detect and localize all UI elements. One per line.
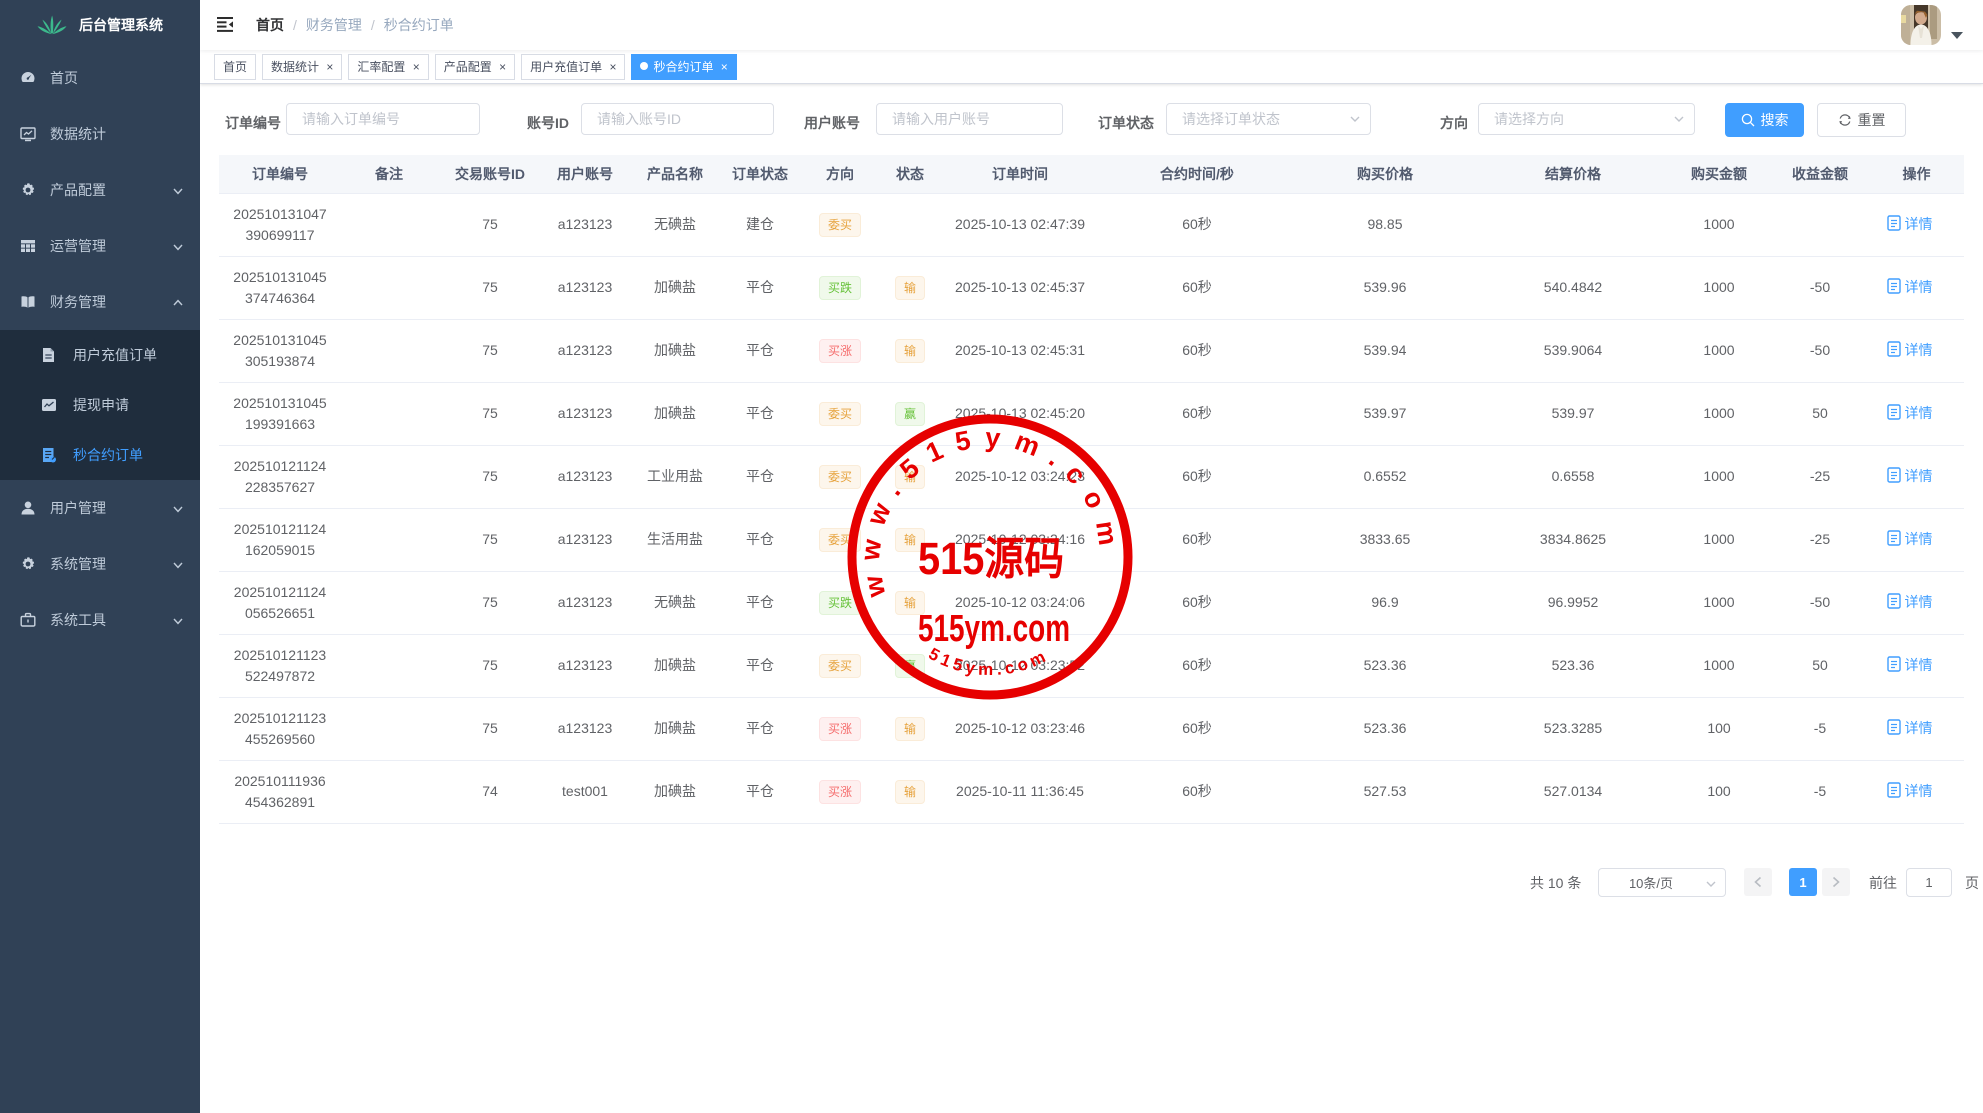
- svg-text:515源码: 515源码: [918, 533, 1064, 584]
- svg-text:515ym.com: 515ym.com: [918, 608, 1070, 650]
